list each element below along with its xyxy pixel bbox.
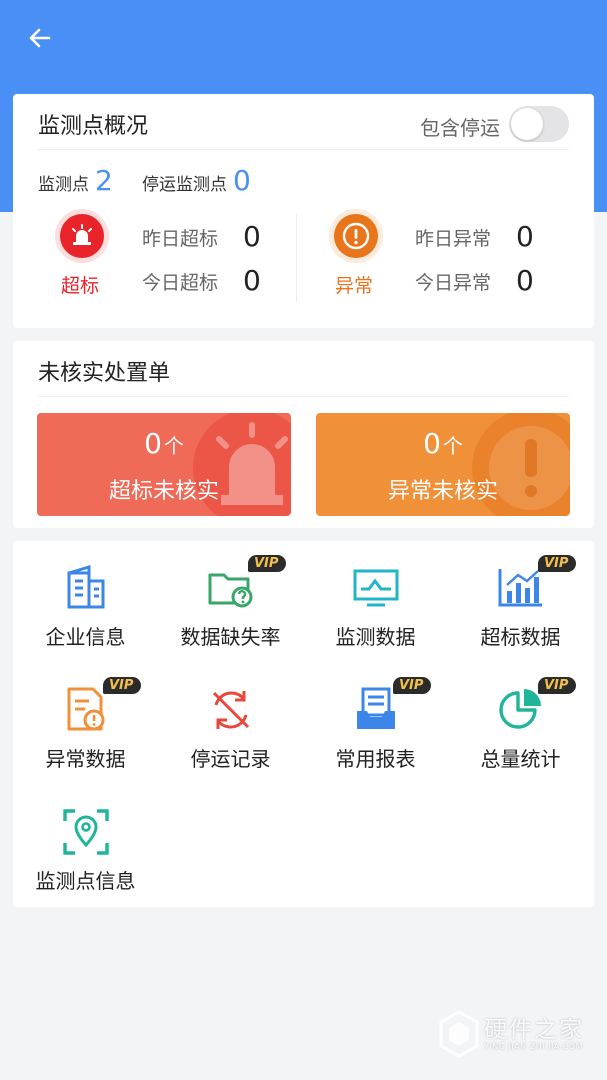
stopped-count-row: 停运监测点 0: [142, 164, 251, 197]
menu-item-total-stats[interactable]: VIP 总量统计: [448, 663, 593, 773]
menu-item-data-missing-rate[interactable]: VIP 数据缺失率: [158, 541, 303, 651]
menu-item-stop-records[interactable]: 停运记录: [158, 663, 303, 773]
over-yesterday-label: 昨日超标: [142, 228, 219, 250]
points-label: 监测点: [38, 175, 89, 195]
menu-item-monitoring-data[interactable]: 监测数据: [303, 541, 448, 651]
vip-badge: VIP: [393, 677, 432, 694]
menu-item-label: 监测点信息: [35, 869, 136, 893]
menu-item-label: 异常数据: [45, 747, 126, 771]
menu-item-label: 常用报表: [335, 747, 416, 771]
vip-badge: VIP: [538, 555, 577, 572]
menu-item-common-reports[interactable]: VIP 常用报表: [303, 663, 448, 773]
abnormal-label: 异常: [335, 275, 374, 297]
vip-badge: VIP: [538, 677, 577, 694]
location-scan-icon: [62, 809, 109, 855]
menu-item-label: 停运记录: [190, 747, 271, 771]
over-today-label: 今日超标: [142, 272, 219, 294]
monitor-icon: [353, 569, 398, 607]
unverified-card: 未核实处置单 0个 超标未核实 0个 异常未核实: [13, 341, 594, 528]
abnormal-today-value: 0: [516, 264, 534, 297]
toggle-knob: [511, 108, 543, 140]
abnormal-unverified-button[interactable]: 0个 异常未核实: [316, 413, 570, 516]
siren-icon: [60, 214, 104, 258]
vip-badge: VIP: [103, 677, 142, 694]
include-stopped-label: 包含停运: [420, 116, 500, 140]
over-unverified-label: 超标未核实: [108, 479, 219, 504]
watermark-logo: 硬件之家 YING JIAN ZHI JIA.COM: [438, 1006, 598, 1062]
abnormal-unverified-count-row: 0个: [316, 427, 570, 460]
stat-separator: [296, 214, 297, 302]
over-unverified-count-row: 0个: [37, 427, 291, 460]
abnormal-unverified-unit: 个: [442, 434, 463, 458]
menu-item-point-info[interactable]: 监测点信息: [13, 785, 158, 895]
building-icon: [67, 564, 104, 609]
menu-item-over-data[interactable]: VIP 超标数据: [448, 541, 593, 651]
overview-title: 监测点概况: [38, 114, 149, 139]
overview-card: 监测点概况 包含停运 监测点 2 停运监测点 0 超标 昨日超标 0 今日超标 …: [13, 94, 594, 328]
over-yesterday-value: 0: [243, 220, 261, 253]
menu-item-label: 监测数据: [335, 625, 416, 649]
stop-sync-icon: [212, 691, 249, 729]
back-arrow-icon: [29, 28, 51, 48]
over-unverified-button[interactable]: 0个 超标未核实: [37, 413, 291, 516]
points-count: 2: [95, 164, 113, 197]
abnormal-today-label: 今日异常: [415, 272, 492, 294]
divider: [38, 149, 569, 150]
watermark-title: 硬件之家: [484, 1017, 584, 1043]
abnormal-yesterday-label: 昨日异常: [415, 228, 492, 250]
over-unverified-count: 0: [144, 427, 162, 460]
stopped-label: 停运监测点: [142, 175, 227, 195]
over-label: 超标: [61, 275, 100, 297]
divider: [38, 396, 569, 397]
menu-item-label: 总量统计: [480, 747, 561, 771]
menu-item-label: 超标数据: [480, 625, 561, 649]
menu-item-label: 企业信息: [45, 625, 126, 649]
abnormal-unverified-label: 异常未核实: [387, 479, 498, 504]
points-count-row: 监测点 2: [38, 164, 113, 197]
menu-item-label: 数据缺失率: [180, 625, 281, 649]
menu-item-company-info[interactable]: 企业信息: [13, 541, 158, 651]
stopped-count: 0: [233, 164, 251, 197]
include-stopped-toggle[interactable]: [509, 106, 569, 142]
vip-badge: VIP: [248, 555, 287, 572]
watermark-subtitle: YING JIAN ZHI JIA.COM: [484, 1042, 583, 1051]
abnormal-unverified-count: 0: [423, 427, 441, 460]
over-unverified-unit: 个: [163, 434, 184, 458]
over-today-value: 0: [243, 264, 261, 297]
exclamation-icon: [334, 214, 378, 258]
hexagon-logo-icon: [439, 1010, 479, 1058]
back-button[interactable]: [24, 22, 56, 54]
unverified-title: 未核实处置单: [38, 361, 171, 386]
abnormal-yesterday-value: 0: [516, 220, 534, 253]
menu-card: 企业信息 VIP 数据缺失率 监测数据 VIP 超标数据 VIP 异常数据 停运…: [13, 541, 594, 907]
menu-item-abnormal-data[interactable]: VIP 异常数据: [13, 663, 158, 773]
